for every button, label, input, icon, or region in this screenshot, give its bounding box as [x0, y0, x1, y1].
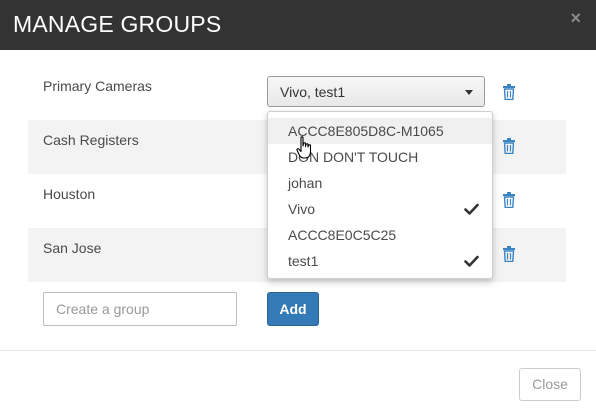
modal-header: MANAGE GROUPS × [0, 0, 596, 50]
group-select[interactable]: Vivo, test1 [267, 76, 485, 107]
group-name: Cash Registers [43, 132, 139, 148]
dropdown-option[interactable]: Vivo [268, 196, 492, 222]
group-name: San Jose [43, 240, 102, 256]
footer-divider [0, 350, 596, 351]
option-label: test1 [288, 253, 319, 269]
hand-pointer-icon [296, 136, 312, 159]
dropdown-option[interactable]: johan [268, 170, 492, 196]
option-label: Vivo [288, 201, 315, 217]
check-icon [464, 203, 479, 215]
add-button[interactable]: Add [267, 292, 319, 326]
close-button[interactable]: Close [519, 368, 581, 401]
modal-title: MANAGE GROUPS [13, 11, 222, 37]
group-name: Houston [43, 186, 96, 202]
option-label: johan [288, 175, 323, 191]
trash-icon[interactable] [502, 138, 516, 154]
close-icon[interactable]: × [570, 8, 581, 29]
create-group-input[interactable] [43, 292, 237, 326]
caret-down-icon [465, 90, 473, 95]
check-icon [464, 255, 479, 267]
trash-icon[interactable] [502, 246, 516, 262]
select-value: Vivo, test1 [280, 84, 346, 100]
dropdown-option[interactable]: ACCC8E0C5C25 [268, 222, 492, 248]
option-label: ACCC8E0C5C25 [288, 227, 397, 243]
trash-icon[interactable] [502, 84, 516, 100]
dropdown-option[interactable]: test1 [268, 248, 492, 274]
group-name: Primary Cameras [43, 78, 152, 94]
trash-icon[interactable] [502, 192, 516, 208]
